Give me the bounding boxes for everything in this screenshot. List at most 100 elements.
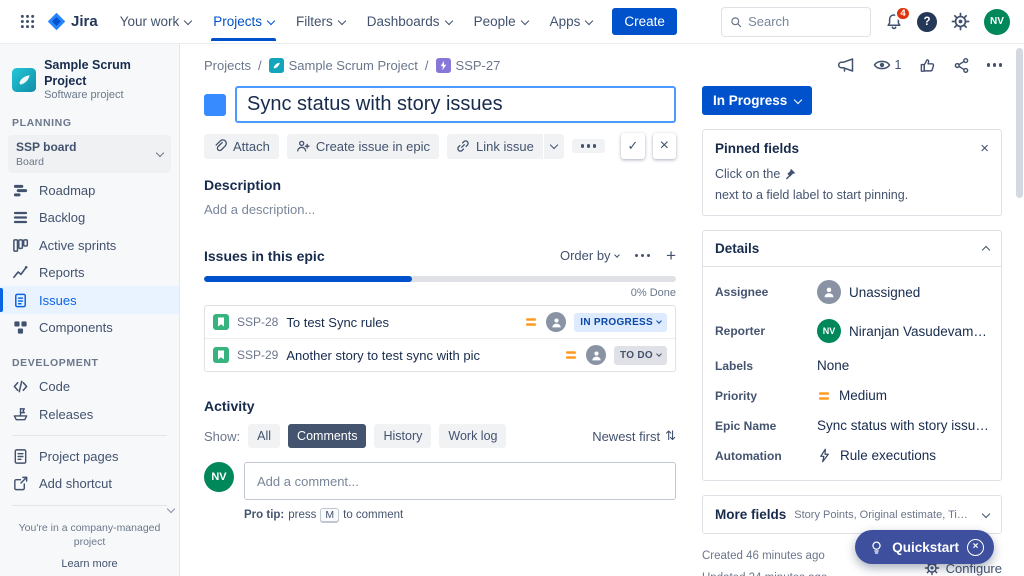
status-dropdown-button[interactable]: In Progress: [702, 86, 812, 115]
sidebar-item-project-pages[interactable]: Project pages: [0, 443, 179, 470]
sidebar-item-issues[interactable]: Issues: [0, 286, 179, 313]
quickstart-button[interactable]: Quickstart ×: [855, 530, 994, 564]
pinned-fields-title: Pinned fields: [715, 141, 799, 156]
managed-project-note: You're in a company-managed project: [0, 513, 179, 552]
field-automation: Automation Rule executions: [715, 448, 989, 463]
status-dropdown[interactable]: IN PROGRESS: [574, 313, 667, 332]
nav-filters[interactable]: Filters: [286, 0, 355, 43]
toolbar-more-button[interactable]: [572, 139, 606, 153]
attach-button[interactable]: Attach: [204, 134, 279, 159]
reporter-avatar: NV: [817, 319, 841, 343]
epic-issue-row[interactable]: SSP-28 To test Sync rules IN PROGRESS: [205, 306, 675, 338]
close-pinned-fields-button[interactable]: ×: [980, 141, 989, 156]
eye-icon: [873, 56, 891, 74]
nav-dashboards[interactable]: Dashboards: [357, 0, 462, 43]
help-button[interactable]: ?: [917, 12, 937, 32]
sidebar-item-releases[interactable]: Releases: [0, 401, 179, 428]
cancel-title-button[interactable]: ×: [653, 133, 676, 159]
scrollbar-thumb[interactable]: [1016, 48, 1023, 198]
watch-button[interactable]: 1: [873, 56, 902, 74]
link-issue-button[interactable]: Link issue: [447, 134, 543, 159]
thumbs-up-icon: [919, 57, 936, 74]
breadcrumb-projects[interactable]: Projects: [204, 58, 251, 73]
issue-summary[interactable]: To test Sync rules: [286, 315, 516, 330]
issue-main-column: Attach Create issue in epic Link issue: [204, 86, 676, 576]
project-mini-icon: [269, 58, 284, 73]
share-button[interactable]: [953, 57, 970, 74]
description-placeholder[interactable]: Add a description...: [204, 202, 676, 217]
section-planning: PLANNING: [0, 117, 179, 129]
activity-title: Activity: [204, 398, 676, 414]
nav-people[interactable]: People: [464, 0, 538, 43]
comment-input[interactable]: [244, 462, 676, 500]
page-scrollbar[interactable]: [1016, 48, 1023, 572]
divider: [12, 505, 167, 506]
sidebar-item-active-sprints[interactable]: Active sprints: [0, 232, 179, 259]
story-icon: [213, 347, 229, 363]
notifications-button[interactable]: 4: [885, 13, 903, 31]
global-search[interactable]: [721, 7, 871, 37]
search-input[interactable]: [748, 14, 862, 29]
quickstart-close-button[interactable]: ×: [967, 539, 984, 556]
assignee-avatar[interactable]: [586, 345, 606, 365]
sort-order-button[interactable]: Newest first ⇅: [592, 429, 676, 444]
details-card-header[interactable]: Details: [703, 231, 1001, 267]
filter-all[interactable]: All: [248, 424, 280, 448]
sidebar-item-add-shortcut[interactable]: Add shortcut: [0, 470, 179, 497]
order-by-dropdown[interactable]: Order by: [560, 248, 619, 263]
sidebar-item-code[interactable]: Code: [0, 373, 179, 400]
sidebar-item-backlog[interactable]: Backlog: [0, 204, 179, 231]
more-actions-button[interactable]: [987, 63, 1003, 67]
more-fields-card[interactable]: More fields Story Points, Original estim…: [702, 495, 1002, 534]
breadcrumb-project[interactable]: Sample Scrum Project: [269, 58, 418, 73]
issues-icon: [12, 292, 29, 309]
confirm-title-button[interactable]: ✓: [621, 133, 644, 159]
epic-issue-row[interactable]: SSP-29 Another story to test sync with p…: [205, 338, 675, 371]
sidebar-item-components[interactable]: Components: [0, 314, 179, 341]
link-issue-dropdown[interactable]: [544, 134, 564, 159]
epic-progress-bar: [204, 276, 676, 282]
sidebar-item-roadmap[interactable]: Roadmap: [0, 177, 179, 204]
status-dropdown[interactable]: TO DO: [614, 346, 667, 365]
field-epic-name: Epic Name Sync status with story issues: [715, 418, 989, 433]
priority-medium-icon: [564, 348, 578, 362]
jira-logo-icon: [47, 12, 66, 31]
learn-more-link[interactable]: Learn more: [0, 552, 179, 576]
issue-key[interactable]: SSP-28: [237, 315, 278, 329]
sidebar-item-reports[interactable]: Reports: [0, 259, 179, 286]
assignee-avatar[interactable]: [546, 312, 566, 332]
filter-history[interactable]: History: [374, 424, 431, 448]
chevron-up-icon: [982, 246, 990, 254]
create-issue-in-epic-button[interactable]: Create issue in epic: [287, 134, 439, 159]
issues-in-epic-panel: Issues in this epic Order by + 0% Done: [204, 247, 676, 372]
jira-logo[interactable]: Jira: [47, 12, 98, 31]
issue-title-input[interactable]: [235, 86, 676, 123]
settings-gear-icon[interactable]: [951, 12, 970, 31]
pinned-fields-help-text: Click on the next to a field label to st…: [715, 165, 989, 204]
add-issue-to-epic-button[interactable]: +: [666, 247, 676, 264]
nav-projects[interactable]: Projects: [203, 0, 284, 43]
user-avatar[interactable]: NV: [984, 9, 1010, 35]
project-type: Software project: [44, 89, 167, 101]
link-icon: [456, 139, 470, 153]
board-switcher[interactable]: SSP board Board: [8, 135, 171, 173]
filter-comments[interactable]: Comments: [288, 424, 366, 448]
feedback-button[interactable]: [838, 56, 856, 74]
app-switcher-icon[interactable]: [14, 8, 41, 35]
epic-color-swatch[interactable]: [204, 94, 226, 116]
issue-key[interactable]: SSP-29: [237, 348, 278, 362]
nav-apps[interactable]: Apps: [540, 0, 603, 43]
vote-button[interactable]: [919, 57, 936, 74]
project-header[interactable]: Sample Scrum Project Software project: [0, 58, 179, 101]
project-sidebar: Sample Scrum Project Software project PL…: [0, 44, 180, 576]
filter-worklog[interactable]: Work log: [439, 424, 506, 448]
watch-count: 1: [895, 58, 902, 72]
create-button[interactable]: Create: [612, 8, 677, 35]
add-issue-icon: [296, 139, 310, 153]
nav-your-work[interactable]: Your work: [110, 0, 202, 43]
epic-panel-more-button[interactable]: [635, 254, 651, 258]
issue-summary[interactable]: Another story to test sync with pic: [286, 348, 556, 363]
lightbulb-icon: [869, 540, 884, 555]
breadcrumb-issue-key[interactable]: SSP-27: [436, 58, 501, 73]
top-navbar: Jira Your work Projects Filters Dashboar…: [0, 0, 1024, 44]
